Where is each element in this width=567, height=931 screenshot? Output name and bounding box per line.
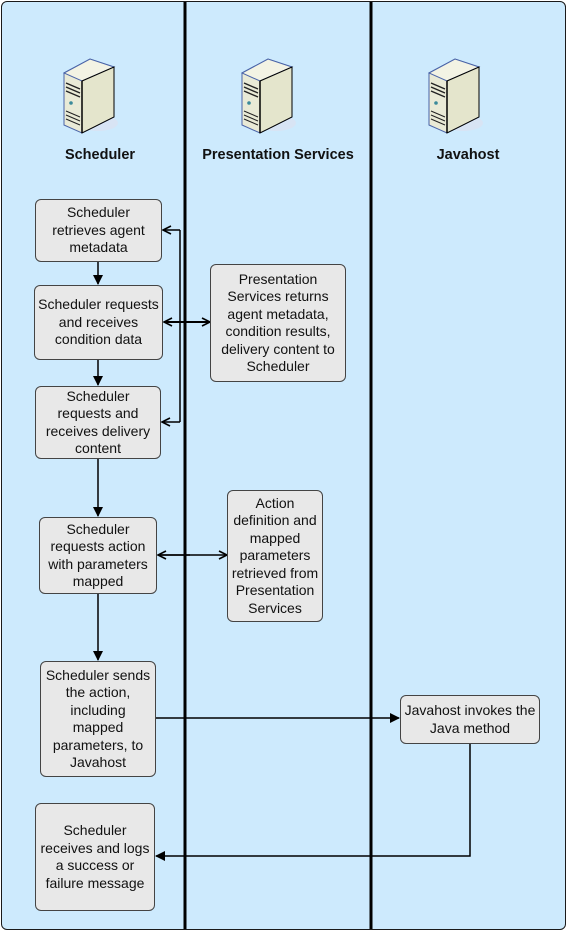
step-send-action: Scheduler sends the action, including ma… <box>40 661 156 777</box>
step-ps-action-definition: Action definition and mapped parameters … <box>227 490 323 622</box>
step-ps-returns: Presentation Services returns agent meta… <box>210 264 346 382</box>
server-icon <box>238 55 298 135</box>
connectors <box>93 2 471 929</box>
step-javahost-invoke: Javahost invokes the Java method <box>400 695 540 744</box>
step-condition-data: Scheduler requests and receives conditio… <box>34 285 163 360</box>
lane-title-javahost: Javahost <box>436 147 500 163</box>
server-icon <box>425 55 485 135</box>
step-log-message: Scheduler receives and logs a success or… <box>35 803 155 911</box>
step-retrieve-metadata: Scheduler retrieves agent metadata <box>35 199 162 262</box>
lane-title-scheduler: Scheduler <box>64 147 136 163</box>
step-request-action: Scheduler requests action with parameter… <box>39 517 157 594</box>
arrow-j1-s6 <box>155 744 471 861</box>
step-delivery-content: Scheduler requests and receives delivery… <box>35 386 161 459</box>
server-icon <box>60 55 120 135</box>
lane-title-presentation-services: Presentation Services <box>202 147 354 163</box>
